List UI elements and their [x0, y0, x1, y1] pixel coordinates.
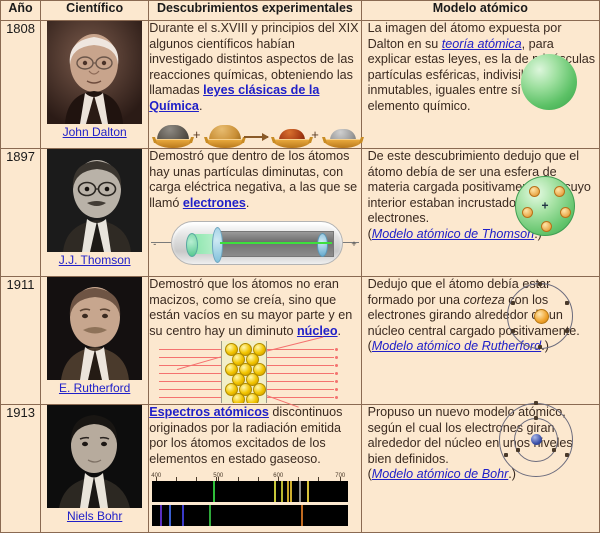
positive-terminal-label: +	[351, 239, 357, 249]
dalton-sphere-icon	[521, 54, 577, 110]
discovery-link[interactable]: electrones	[183, 196, 246, 210]
model-link[interactable]: Modelo atómico de Bohr	[372, 467, 509, 481]
cell-discovery: Espectros atómicos discontinuos originad…	[148, 404, 362, 533]
reactant-pile-tan-icon	[203, 120, 245, 148]
spectral-line	[212, 481, 215, 502]
scientist-name-link[interactable]: E. Rutherford	[41, 381, 148, 395]
scientist-name-link[interactable]: John Dalton	[41, 125, 148, 139]
model-link[interactable]: teoría atómica	[442, 37, 522, 51]
niels-bohr-portrait	[47, 405, 143, 508]
scientist-name-link[interactable]: Niels Bohr	[41, 509, 148, 523]
glass-tube-icon	[171, 221, 344, 265]
negative-terminal-label: -	[153, 239, 157, 249]
spectral-line	[273, 481, 276, 502]
reaction-arrow-icon	[244, 133, 270, 141]
nucleus-icon	[533, 309, 549, 324]
cell-year: 1808	[0, 20, 42, 149]
ernest-rutherford-portrait	[47, 277, 143, 380]
product-pile-red-icon	[270, 120, 312, 148]
jj-thomson-portrait	[47, 149, 143, 252]
electron-dot	[541, 221, 552, 232]
product-pile-grey-icon	[321, 120, 363, 148]
spectral-line	[299, 481, 302, 502]
cell-scientist: John Dalton	[40, 20, 150, 149]
plum-pudding-model-icon: +	[515, 176, 575, 236]
scientist-name-link[interactable]: J.J. Thomson	[41, 253, 148, 267]
cell-scientist: J.J. Thomson	[40, 148, 150, 277]
spectral-line	[209, 505, 212, 526]
emission-spectrum-band	[152, 481, 349, 502]
gold-foil-icon	[221, 341, 268, 403]
cell-year: 1913	[0, 404, 42, 533]
discovery-link[interactable]: núcleo	[297, 324, 338, 338]
gold-foil-experiment-figure	[149, 336, 360, 408]
spectral-line	[301, 505, 304, 526]
discovery-text-tail: .	[245, 195, 250, 210]
model-link[interactable]: Modelo atómico de Thomson	[372, 227, 534, 241]
column-header-discoveries: Descubrimientos experimentales	[148, 0, 362, 21]
spectral-line	[307, 481, 310, 502]
discovery-text: Demostró que dentro de los átomos hay un…	[149, 149, 358, 210]
atomic-models-table: Año Científico Descubrimientos experimen…	[0, 0, 600, 533]
electron-dot	[554, 186, 565, 197]
spectral-line	[287, 481, 290, 502]
cell-model: Propuso un nuevo modelo atómico, según e…	[360, 400, 600, 533]
nucleus-icon	[530, 434, 542, 445]
table-row: 1911 E. Rutherford Demostró que los átom…	[0, 276, 600, 408]
column-header-scientist: Científico	[40, 0, 150, 21]
emission-absorption-spectra-figure: 400 500 600 700	[149, 470, 360, 532]
model-emphasis: corteza	[463, 292, 505, 307]
bohr-shell-model-icon	[499, 400, 573, 477]
cell-year: 1897	[0, 148, 42, 277]
table-header-row: Año Científico Descubrimientos experimen…	[0, 0, 600, 21]
plus-sign: +	[192, 126, 201, 142]
electron-dot	[529, 186, 540, 197]
aperture-disc-icon	[212, 227, 224, 263]
cell-model: La imagen del átomo expuesta por Dalton …	[360, 20, 600, 149]
cell-discovery: Durante el s.XVIII y principios del XIX …	[148, 20, 363, 149]
cell-scientist: E. Rutherford	[40, 276, 150, 405]
electron-dot	[560, 207, 571, 218]
absorption-spectrum-band	[152, 505, 349, 526]
electron-dot	[522, 207, 533, 218]
reactant-pile-grey-icon	[151, 120, 194, 148]
spectral-line	[160, 505, 163, 526]
john-dalton-portrait	[47, 21, 143, 124]
cell-model: De este descubrimiento dedujo que el áto…	[360, 148, 600, 277]
spectral-line	[290, 481, 293, 502]
spectrum-scale: 400 500 600 700	[151, 470, 348, 481]
table-row: 1913 Niels Bohr Espectros atómicos disco…	[0, 400, 600, 533]
rutherford-orbit-model-icon	[507, 281, 573, 349]
discovery-text-tail: .	[337, 323, 342, 338]
column-header-year: Año	[0, 0, 42, 21]
discovery-link[interactable]: Espectros atómicos	[149, 405, 269, 419]
cathode-ray-tube-figure: - +	[149, 217, 360, 265]
cell-scientist: Niels Bohr	[40, 404, 150, 533]
spectral-line	[181, 505, 184, 526]
cell-discovery: Demostró que dentro de los átomos hay un…	[148, 148, 362, 277]
spectral-line	[168, 505, 171, 526]
chemical-reaction-figure: + +	[149, 118, 363, 148]
table-row: 1808 John Dalton Durante el s.XVIII y pr…	[0, 20, 600, 149]
positive-charge-symbol: +	[541, 198, 549, 213]
table-row: 1897 J.J. Thomson Demostró que dentro de…	[0, 148, 600, 277]
discovery-text-tail: .	[198, 98, 203, 113]
cell-model: Dedujo que el átomo debía estar formado …	[360, 276, 600, 405]
spectral-line	[280, 481, 283, 502]
cell-year: 1911	[0, 276, 42, 405]
column-header-model: Modelo atómico	[360, 0, 600, 21]
cell-discovery: Demostró que los átomos no eran macizos,…	[148, 276, 362, 408]
cathode-ray-beam	[220, 242, 333, 244]
